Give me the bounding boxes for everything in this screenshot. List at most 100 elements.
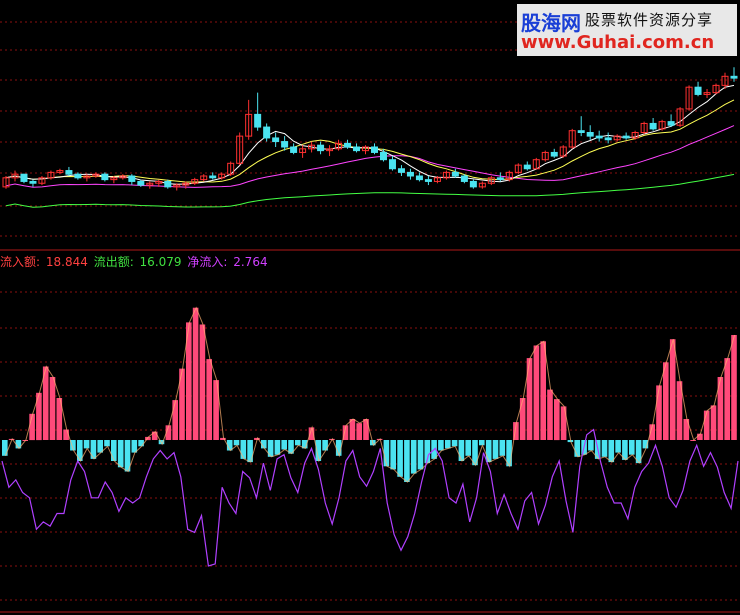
flow-bar bbox=[172, 400, 178, 440]
candle-body bbox=[397, 168, 405, 173]
inflow-label: 流入额: bbox=[0, 255, 44, 269]
flow-bar bbox=[410, 440, 417, 474]
flow-bar bbox=[465, 440, 471, 456]
flow-bar bbox=[90, 440, 97, 459]
flow-bar bbox=[83, 440, 90, 449]
flow-bar bbox=[690, 440, 696, 441]
flow-bar bbox=[295, 440, 301, 446]
candle-body bbox=[317, 144, 325, 152]
flow-bar bbox=[356, 423, 362, 440]
flow-bar bbox=[533, 345, 540, 440]
candle-body bbox=[595, 135, 603, 139]
candle-body bbox=[451, 171, 459, 177]
candle-body bbox=[388, 159, 396, 170]
flow-bar bbox=[663, 362, 669, 440]
candle-body bbox=[622, 135, 630, 139]
flow-bar bbox=[111, 440, 117, 461]
candle-body bbox=[65, 170, 73, 175]
flow-bar bbox=[731, 335, 737, 440]
candle-body bbox=[604, 137, 612, 141]
candle-body bbox=[209, 175, 217, 179]
candle-body bbox=[20, 173, 28, 182]
candle-body bbox=[424, 179, 432, 182]
flow-bar bbox=[588, 440, 594, 451]
ma5-line bbox=[5, 84, 735, 185]
flow-bar bbox=[49, 377, 56, 440]
candle-body bbox=[496, 177, 504, 181]
candle-body bbox=[128, 175, 136, 182]
flow-bar bbox=[458, 440, 465, 461]
flow-bar bbox=[608, 440, 615, 463]
candle-body bbox=[164, 180, 172, 188]
flow-bar bbox=[492, 440, 499, 459]
flow-bar bbox=[397, 440, 403, 477]
flow-bar bbox=[519, 398, 526, 440]
candle-body bbox=[550, 151, 558, 157]
flow-bar bbox=[199, 324, 206, 440]
flow-bar bbox=[451, 440, 458, 447]
candle-body bbox=[586, 132, 594, 137]
candle-body bbox=[667, 121, 675, 126]
flow-bar bbox=[629, 440, 635, 455]
price-panel bbox=[2, 67, 738, 208]
flow-bar bbox=[104, 440, 110, 447]
watermark-url: www.Guhai.com.cn bbox=[521, 32, 715, 53]
candle-body bbox=[415, 175, 423, 181]
flow-bar bbox=[601, 440, 608, 457]
candle-body bbox=[263, 126, 271, 139]
flow-bar bbox=[445, 440, 451, 449]
candle-body bbox=[272, 137, 280, 143]
candle-body bbox=[649, 122, 657, 130]
flow-bar bbox=[547, 389, 553, 440]
flow-bar bbox=[404, 440, 410, 482]
candle-body bbox=[353, 146, 361, 152]
flow-bar bbox=[151, 431, 158, 440]
candle-body bbox=[406, 171, 414, 177]
indicator-legend: 流入额: 18.844 流出额: 16.079 净流入: 2.764 bbox=[0, 253, 270, 270]
flow-bar bbox=[540, 341, 546, 440]
watermark: 股海网 股票软件资源分享 www.Guhai.com.cn bbox=[517, 4, 737, 56]
watermark-tagline: 股票软件资源分享 bbox=[585, 11, 714, 29]
candle-body bbox=[469, 180, 477, 188]
flow-bar bbox=[240, 440, 247, 459]
flow-bar bbox=[703, 410, 710, 440]
flow-bar bbox=[117, 440, 124, 468]
flow-bar bbox=[281, 440, 287, 450]
candle-body bbox=[577, 130, 585, 133]
money-flow-panel bbox=[2, 306, 737, 483]
candle-body bbox=[344, 142, 352, 148]
flow-bar bbox=[479, 440, 485, 446]
flow-bar bbox=[669, 339, 676, 440]
candle-body bbox=[281, 141, 289, 148]
flow-bar bbox=[710, 405, 717, 440]
flow-bar bbox=[349, 419, 356, 440]
candle-body bbox=[254, 113, 262, 128]
indicator-chart bbox=[0, 21, 740, 613]
gridlines bbox=[0, 21, 740, 613]
candle-body bbox=[101, 173, 109, 181]
flow-bar bbox=[138, 440, 144, 447]
candle-body bbox=[137, 180, 145, 186]
candle-body bbox=[74, 173, 82, 179]
candle-body bbox=[523, 164, 531, 170]
outflow-value: 16.079 bbox=[139, 255, 182, 269]
candle-body bbox=[460, 175, 468, 182]
outflow-label: 流出额: bbox=[93, 255, 138, 269]
flow-bar bbox=[485, 440, 492, 463]
candle-body bbox=[730, 75, 738, 79]
ma10-line bbox=[5, 99, 735, 183]
flow-bar bbox=[363, 419, 369, 440]
flow-bar bbox=[417, 440, 424, 470]
flow-bar bbox=[554, 399, 560, 441]
flow-bar bbox=[390, 440, 396, 470]
flow-bar bbox=[615, 440, 621, 453]
candle-body bbox=[290, 146, 298, 153]
net-label: 净流入: bbox=[187, 255, 232, 269]
flow-bar bbox=[656, 385, 662, 440]
flow-bar bbox=[438, 440, 444, 451]
flow-bar bbox=[192, 307, 199, 440]
candle-body bbox=[379, 151, 387, 161]
net-value: 2.764 bbox=[233, 255, 268, 269]
flow-bar bbox=[233, 440, 240, 446]
flow-bar bbox=[206, 359, 212, 440]
